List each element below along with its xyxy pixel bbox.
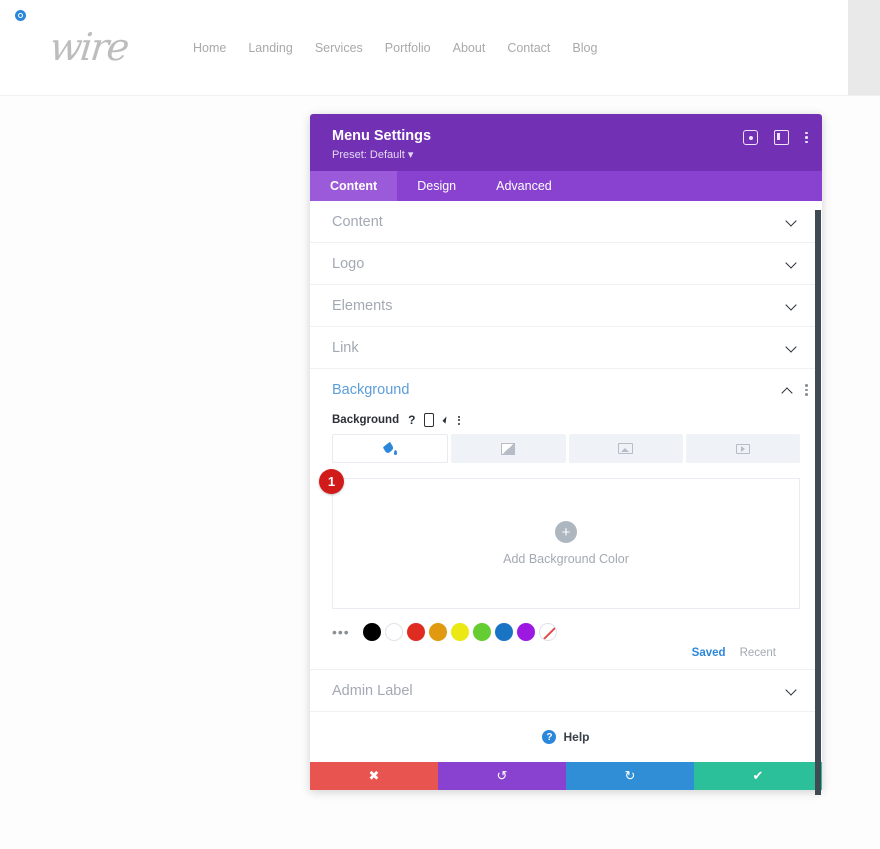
section-background: Background Background ? 1 + Add Backgrou…: [310, 369, 822, 671]
section-admin-label[interactable]: Admin Label: [310, 670, 822, 713]
section-options-icon[interactable]: [805, 384, 808, 396]
nav-item-contact[interactable]: Contact: [507, 41, 550, 55]
section-logo-label: Logo: [332, 255, 365, 272]
paint-bucket-icon: [384, 442, 397, 456]
chevron-down-icon: [787, 258, 798, 269]
divi-circle-icon[interactable]: [15, 10, 26, 21]
modal-action-bar: ✖ ↺ ↻ ✔: [310, 762, 822, 791]
section-elements[interactable]: Elements: [310, 285, 822, 328]
swatch-orange[interactable]: [428, 623, 447, 642]
chevron-down-icon: [787, 300, 798, 311]
tab-design[interactable]: Design: [397, 171, 476, 201]
section-content[interactable]: Content: [310, 201, 822, 244]
recent-tab[interactable]: Recent: [740, 647, 776, 659]
nav-item-home[interactable]: Home: [193, 41, 226, 55]
tab-content[interactable]: Content: [310, 171, 398, 202]
focus-icon[interactable]: [743, 130, 758, 145]
swatch-white[interactable]: [384, 623, 403, 642]
nav-item-portfolio[interactable]: Portfolio: [385, 41, 431, 55]
section-background-label: Background: [332, 382, 410, 399]
add-background-color-label: Add Background Color: [503, 552, 629, 567]
help-icon[interactable]: ?: [408, 413, 415, 427]
modal-header-icons: [743, 127, 808, 145]
more-options-icon[interactable]: [805, 131, 808, 144]
color-swatch-row: •••: [310, 609, 822, 642]
section-link-label: Link: [332, 339, 359, 356]
plus-icon: +: [555, 521, 577, 544]
nav-item-blog[interactable]: Blog: [572, 41, 597, 55]
chevron-down-icon: [787, 685, 798, 696]
preset-selector[interactable]: Preset: Default ▾: [332, 148, 431, 161]
swatch-red[interactable]: [406, 623, 425, 642]
section-logo[interactable]: Logo: [310, 243, 822, 286]
background-video-tab[interactable]: [685, 434, 800, 464]
section-admin-label-text: Admin Label: [332, 682, 413, 699]
image-icon: [618, 443, 634, 455]
help-label: Help: [563, 730, 590, 745]
section-elements-label: Elements: [332, 297, 393, 314]
section-background-header[interactable]: Background: [310, 369, 822, 411]
help-row[interactable]: ? Help: [310, 712, 822, 763]
section-content-label: Content: [332, 213, 383, 230]
undo-button[interactable]: ↺: [438, 762, 566, 791]
chevron-down-icon: [787, 216, 798, 227]
modal-scrollbar[interactable]: [815, 210, 821, 795]
modal-header: Menu Settings Preset: Default ▾: [310, 114, 822, 172]
swatch-source-toggle: Saved Recent: [310, 641, 822, 659]
chevron-up-icon[interactable]: [783, 385, 794, 396]
site-header: wire Home Landing Services Portfolio Abo…: [0, 0, 848, 95]
save-button[interactable]: ✔: [694, 762, 822, 791]
saved-tab[interactable]: Saved: [692, 647, 726, 659]
swatch-transparent[interactable]: [538, 623, 557, 642]
background-field-row: Background ?: [310, 411, 822, 434]
annotation-badge-1: 1: [319, 469, 344, 495]
responsive-icon[interactable]: [424, 413, 435, 428]
chevron-down-icon: ▾: [407, 149, 414, 162]
nav-item-about[interactable]: About: [453, 41, 486, 55]
swatch-black[interactable]: [362, 623, 381, 642]
add-background-color-dropzone[interactable]: 1 + Add Background Color: [319, 469, 800, 610]
redo-button[interactable]: ↻: [566, 762, 694, 791]
background-image-tab[interactable]: [568, 434, 683, 464]
brand-logo: wire: [47, 25, 130, 69]
gradient-icon: [501, 442, 516, 455]
nav-item-landing[interactable]: Landing: [248, 41, 293, 55]
modal-body: Content Logo Elements Link Background Ba…: [310, 201, 822, 763]
panel-toggle-icon[interactable]: [774, 130, 789, 145]
cancel-button[interactable]: ✖: [310, 762, 438, 791]
section-link[interactable]: Link: [310, 327, 822, 370]
swatch-green[interactable]: [472, 623, 491, 642]
background-gradient-tab[interactable]: [451, 434, 566, 464]
background-type-tabs: [332, 434, 800, 464]
preset-label: Preset: Default: [332, 149, 405, 162]
modal-title: Menu Settings: [332, 128, 432, 144]
hover-icon[interactable]: [442, 416, 450, 424]
menu-settings-modal: Menu Settings Preset: Default ▾ Content …: [310, 114, 822, 795]
page-right-strip: [848, 0, 880, 99]
nav-item-services[interactable]: Services: [315, 41, 363, 55]
chevron-down-icon: [787, 342, 798, 353]
background-color-tab[interactable]: [332, 434, 449, 464]
modal-tabs: Content Design Advanced: [310, 171, 822, 202]
tab-advanced[interactable]: Advanced: [476, 171, 572, 201]
site-navigation: Home Landing Services Portfolio About Co…: [193, 41, 597, 55]
options-icon[interactable]: [458, 415, 461, 425]
swatch-purple[interactable]: [516, 623, 535, 642]
background-field-label: Background: [332, 414, 400, 427]
more-swatches-icon[interactable]: •••: [332, 625, 350, 639]
swatch-blue[interactable]: [494, 623, 513, 642]
video-icon: [735, 443, 750, 454]
help-icon: ?: [542, 730, 557, 745]
swatch-yellow[interactable]: [450, 623, 469, 642]
